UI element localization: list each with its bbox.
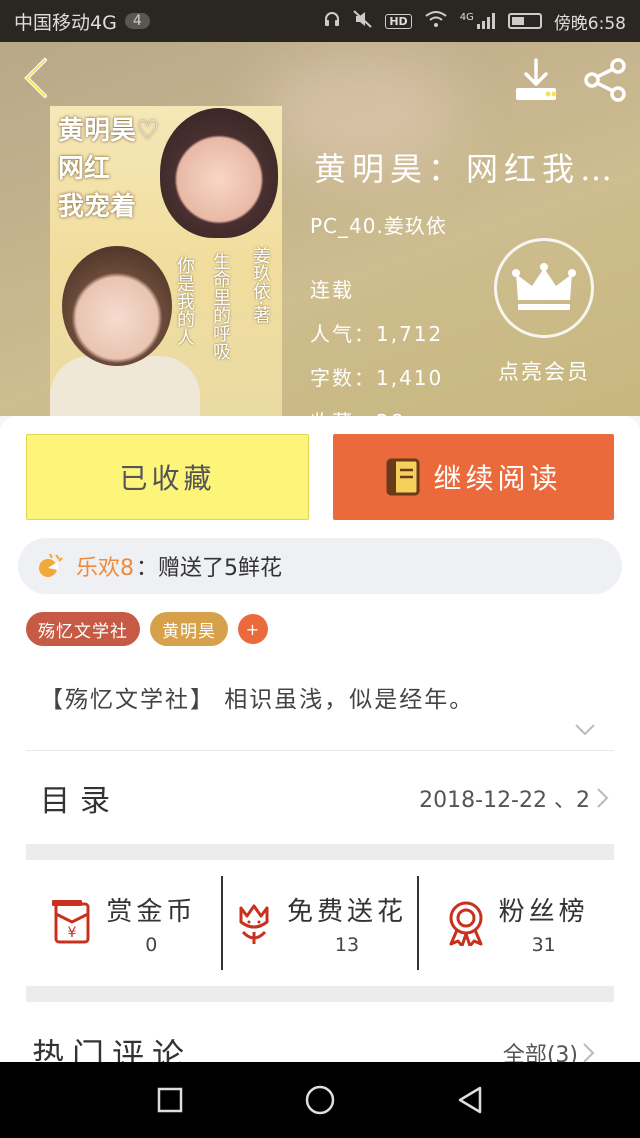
book-intro: 【殇忆文学社】 相识虽浅，似是经年。 xyxy=(40,687,475,713)
stat-value: 0 xyxy=(145,933,158,956)
favorited-button[interactable]: 已收藏 xyxy=(26,434,309,520)
tag-chip[interactable]: 黄明昊 xyxy=(150,612,228,646)
cover-vertical-text-3: 姜玖依·著 xyxy=(250,246,271,324)
toc-label: 目录 xyxy=(40,784,120,819)
medal-icon xyxy=(449,901,483,946)
table-of-contents-row[interactable]: 目录 2018-12-22 、2 xyxy=(0,750,640,846)
download-icon xyxy=(516,58,557,100)
circle-icon xyxy=(305,1085,335,1115)
system-back-button[interactable] xyxy=(450,1080,490,1120)
share-button[interactable] xyxy=(582,56,630,104)
stat-name: 赏金币 xyxy=(106,896,197,927)
book-author[interactable]: PC_40.姜玖依 xyxy=(310,210,447,239)
flower-icon xyxy=(239,904,269,944)
carrier-label: 中国移动4G xyxy=(14,11,117,34)
chevron-left-icon xyxy=(24,58,47,98)
free-flowers-stat[interactable]: 免费送花 13 xyxy=(220,876,418,970)
system-navigation-bar xyxy=(0,1062,640,1138)
tag-list: 殇忆文学社 黄明昊 + xyxy=(26,612,268,646)
vip-label: 点亮会员 xyxy=(498,360,590,384)
triangle-back-icon xyxy=(458,1086,482,1114)
hot-comments-header[interactable]: 热门评论 全部(3) xyxy=(0,1028,640,1062)
clock: 傍晚6:58 xyxy=(553,13,626,34)
book-word-count: 字数：1,410 xyxy=(310,366,444,390)
all-comments-link[interactable]: 全部(3) xyxy=(503,1037,578,1062)
expand-intro-button[interactable] xyxy=(574,722,596,741)
toc-latest-date: 2018-12-22 、2 xyxy=(419,788,590,813)
vip-badge xyxy=(494,238,594,338)
favorited-label: 已收藏 xyxy=(119,462,216,495)
stat-value: 13 xyxy=(334,933,360,956)
section-separator xyxy=(26,986,614,1002)
notification-count-badge: 4 xyxy=(124,13,150,29)
svg-text:¥: ¥ xyxy=(68,925,77,941)
book-favorites: 收藏：28 xyxy=(310,400,443,416)
cover-title-art: 黄明昊♡ 网红 我宠着 xyxy=(58,116,160,222)
download-button[interactable] xyxy=(512,56,560,104)
book-header: 黄明昊♡ 网红 我宠着 你是我的人 生命里的呼吸 姜玖依·著 黄明昊：网红我… … xyxy=(0,42,640,416)
book-meta: 连载 人气：1,712 字数：1,410 收藏：28 xyxy=(310,268,443,416)
vip-button[interactable]: 点亮会员 xyxy=(488,238,600,386)
recents-button[interactable] xyxy=(150,1080,190,1120)
chevron-right-icon xyxy=(597,788,609,808)
continue-reading-button[interactable]: 继续阅读 xyxy=(333,434,614,520)
stat-value: 31 xyxy=(531,933,556,956)
crown-icon xyxy=(512,263,576,310)
book-icon xyxy=(386,458,420,496)
add-tag-button[interactable]: + xyxy=(238,614,268,644)
fan-ranking-stat[interactable]: 粉丝榜 31 xyxy=(417,876,614,970)
cover-portrait-1 xyxy=(160,108,278,238)
hd-icon: HD xyxy=(385,13,412,29)
home-button[interactable] xyxy=(300,1080,340,1120)
battery-icon xyxy=(507,13,542,29)
stat-name: 粉丝榜 xyxy=(498,896,589,927)
cover-portrait-2 xyxy=(62,246,172,366)
tag-chip[interactable]: 殇忆文学社 xyxy=(26,612,140,646)
book-popularity: 人气：1,712 xyxy=(310,322,444,346)
book-title: 黄明昊：网红我… xyxy=(314,150,619,188)
gift-message: ：赠送了5鲜花 xyxy=(136,556,282,581)
book-status: 连载 xyxy=(310,278,354,302)
cell-signal-icon: 4G xyxy=(460,12,496,30)
reward-coins-stat[interactable]: ¥ 赏金币 0 xyxy=(26,876,221,970)
network-type-label: 4G xyxy=(459,12,474,23)
back-button[interactable] xyxy=(16,56,56,100)
mute-icon xyxy=(353,9,373,33)
continue-reading-label: 继续阅读 xyxy=(433,462,562,495)
chevron-right-icon xyxy=(583,1043,595,1062)
cover-vertical-text-1: 你是我的人 xyxy=(174,256,195,346)
cover-vertical-text-2: 生命里的呼吸 xyxy=(210,252,231,360)
red-envelope-icon: ¥ xyxy=(52,900,90,944)
flower-sparkle-icon xyxy=(39,553,63,577)
book-cover[interactable]: 黄明昊♡ 网红 我宠着 你是我的人 生命里的呼吸 姜玖依·著 xyxy=(50,106,282,416)
wifi-icon xyxy=(424,10,448,33)
stat-name: 免费送花 xyxy=(287,896,408,927)
square-icon xyxy=(157,1087,183,1113)
book-detail-panel: 已收藏 继续阅读 乐欢8 ：赠送了5鲜花 殇忆文学社 黄明昊 + 【殇忆文学社】… xyxy=(0,416,640,1062)
section-separator xyxy=(26,844,614,860)
gift-notice-bar[interactable]: 乐欢8 ：赠送了5鲜花 xyxy=(18,538,622,594)
stats-row: ¥ 赏金币 0 免费送花 13 粉丝榜 31 xyxy=(26,876,614,970)
chevron-down-icon xyxy=(575,724,595,736)
gift-user-name[interactable]: 乐欢8 xyxy=(76,550,134,582)
headphones-icon xyxy=(323,10,341,33)
share-icon xyxy=(584,58,626,102)
status-bar: 中国移动4G 4 HD 4G 傍晚6:58 xyxy=(0,0,640,42)
hot-comments-title: 热门评论 xyxy=(32,1036,193,1062)
